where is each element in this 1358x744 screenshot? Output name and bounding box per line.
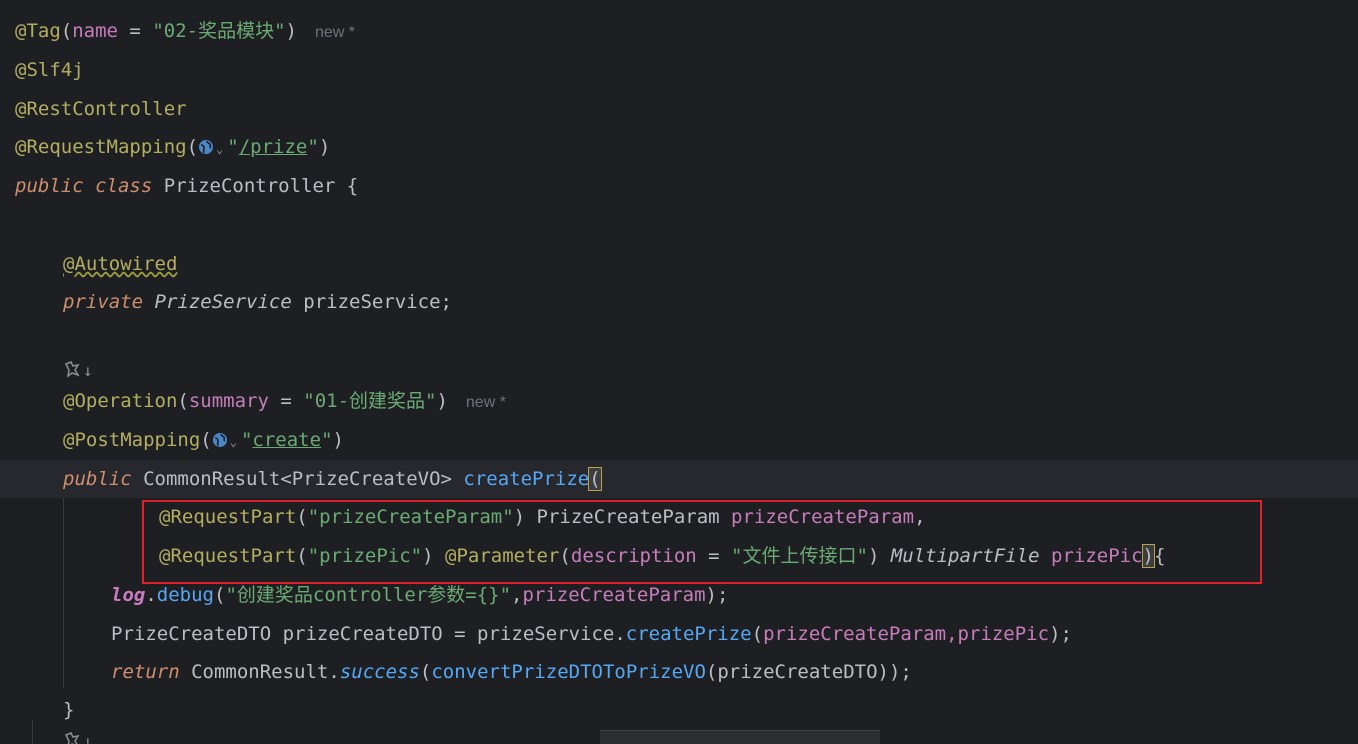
annotation: @PostMapping (63, 429, 201, 451)
method-call: createPrize (625, 623, 752, 645)
paren: ) (436, 390, 448, 412)
brace: { (335, 175, 359, 197)
code-editor[interactable]: @Tag(name = "02-奖品模块") new * @Slf4j @Rest… (0, 0, 1358, 744)
annotation: @Operation (63, 390, 178, 412)
inlay-hint[interactable]: new * (466, 394, 506, 411)
variable-assignment: prizeCreateDTO = prizeService (271, 623, 615, 645)
globe-icon[interactable] (198, 139, 214, 155)
keyword: public (63, 468, 132, 490)
type-name: PrizeCreateDTO (111, 623, 272, 645)
paren: ( (177, 390, 189, 412)
annotation: @Autowired (63, 253, 178, 275)
annotation-param: summary (188, 390, 269, 412)
paren: ( (213, 584, 226, 606)
url-path-link[interactable]: create (252, 429, 321, 451)
paren: )); (877, 661, 912, 683)
code-line-1[interactable]: @Tag(name = "02-奖品模块") new * (0, 12, 1358, 50)
arrow-down-icon[interactable]: ↓ (83, 361, 93, 380)
argument: prizeCreateParam,prizePic (763, 623, 1050, 645)
dot: . (145, 584, 157, 606)
code-line-10[interactable]: @Operation(summary = "01-创建奖品") new * (0, 382, 1358, 420)
paren: ) (318, 136, 331, 158)
string-literal: "创建奖品controller参数={}" (225, 584, 512, 606)
dot: . (328, 661, 340, 683)
paren: ( (186, 136, 199, 158)
popup-panel[interactable] (600, 730, 880, 744)
code-line-16[interactable]: PrizeCreateDTO prizeCreateDTO = prizeSer… (0, 615, 1358, 653)
method-name: createPrize (463, 468, 590, 490)
code-line-5[interactable]: public class PrizeController { (0, 167, 1358, 205)
method-call: debug (156, 584, 214, 606)
quote: " (307, 136, 319, 158)
paren: ( (60, 20, 73, 42)
paren: ); (705, 584, 729, 606)
keyword: class (95, 175, 153, 197)
type-name: CommonResult (191, 661, 329, 683)
code-line-3[interactable]: @RestController (0, 90, 1358, 128)
paren: ( (419, 661, 432, 683)
inlay-hint[interactable]: new * (315, 24, 355, 41)
annotation: @RestController (15, 98, 187, 120)
code-line-2[interactable]: @Slf4j (0, 51, 1358, 89)
annotation: @Slf4j (15, 59, 84, 81)
paren: ); (1049, 623, 1072, 645)
field-name: prizeService; (291, 291, 452, 313)
type-name: CommonResult<PrizeCreateVO> (143, 468, 452, 490)
arrow-down-icon[interactable]: ↓ (83, 732, 93, 744)
chevron-down-icon[interactable]: ⌄ (230, 435, 237, 449)
comma: , (511, 584, 523, 606)
paren: ) (332, 429, 344, 451)
chevron-down-icon[interactable]: ⌄ (216, 142, 223, 156)
code-line-12[interactable]: public CommonResult<PrizeCreateVO> creat… (0, 460, 1358, 498)
keyword: private (63, 291, 144, 313)
code-line-4[interactable]: @RequestMapping( ⌄ "/prize") (0, 128, 1358, 166)
annotation-param: name (72, 20, 118, 42)
globe-icon[interactable] (212, 432, 228, 448)
equals: = (268, 390, 304, 412)
paren: ) (285, 20, 297, 42)
method-call: success (339, 661, 420, 683)
keyword: return (111, 661, 180, 683)
quote: " (227, 136, 239, 158)
string-literal: "02-奖品模块" (152, 20, 286, 42)
equals: = (117, 20, 153, 42)
annotation: @Tag (15, 20, 61, 42)
brace: } (63, 699, 75, 721)
paren: ( (751, 623, 764, 645)
matched-paren: ( (588, 467, 602, 491)
highlight-annotation-box (142, 500, 1262, 584)
code-line-17[interactable]: return CommonResult.success(convertPrize… (0, 653, 1358, 691)
paren: ( (705, 661, 718, 683)
keyword: public (15, 175, 84, 197)
type-name: PrizeService (154, 291, 292, 313)
argument: prizeCreateDTO (717, 661, 878, 683)
code-line-7[interactable]: @Autowired (0, 245, 1358, 283)
ai-gutter-icon[interactable] (63, 731, 81, 744)
argument: prizeCreateParam (522, 584, 706, 606)
code-line-11[interactable]: @PostMapping(⌄ "create") (0, 421, 1358, 459)
quote: " (321, 429, 333, 451)
code-line-8[interactable]: private PrizeService prizeService; (0, 283, 1358, 321)
url-path-link[interactable]: /prize (239, 136, 308, 158)
method-call: convertPrizeDTOToPrizeVO (431, 661, 706, 683)
field-name: log (111, 584, 146, 606)
class-name: PrizeController (163, 175, 336, 197)
ai-gutter-icon[interactable] (63, 360, 81, 378)
quote: " (240, 429, 253, 451)
dot: . (614, 623, 626, 645)
annotation: @RequestMapping (15, 136, 187, 158)
paren: ( (200, 429, 212, 451)
string-literal: "01-创建奖品" (303, 390, 437, 412)
